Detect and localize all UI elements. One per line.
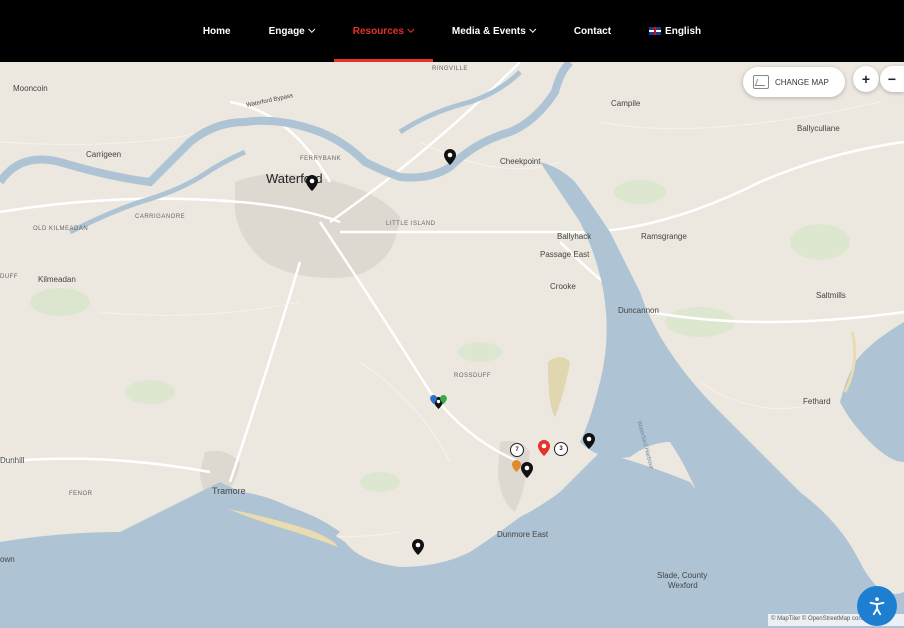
language-label: English [665, 25, 702, 37]
zoom-out-button[interactable]: − [880, 66, 904, 92]
place-label: Campile [611, 99, 641, 108]
nav-media-events-label: Media & Events [451, 25, 526, 37]
zoom-in-button[interactable]: + [853, 66, 879, 92]
map-marker-icon[interactable] [412, 539, 424, 555]
place-label: Wexford [668, 581, 698, 590]
language-switcher[interactable]: English [630, 0, 720, 62]
nav-resources[interactable]: Resources [333, 0, 434, 62]
place-label: ROSSDUFF [454, 373, 491, 379]
place-label: Passage East [540, 250, 590, 259]
change-map-label: CHANGE MAP [775, 77, 829, 87]
place-label: Tramore [212, 486, 246, 496]
place-label: Saltmills [816, 291, 846, 300]
nav-engage-label: Engage [268, 25, 305, 37]
map-base-layer [0, 62, 904, 628]
place-label: LITTLE ISLAND [386, 221, 436, 227]
marker-cluster[interactable]: 3 [554, 442, 568, 456]
selected-map-marker-icon[interactable] [538, 440, 550, 456]
map-marker-icon[interactable] [306, 175, 318, 191]
accessibility-icon [869, 597, 885, 616]
map-marker-icon[interactable] [512, 460, 521, 472]
map-canvas[interactable]: Mooncoin Carrigeen CARRIGANORE OLD KILME… [0, 62, 904, 628]
place-label: RINGVILLE [432, 66, 468, 72]
marker-cluster[interactable]: 7 [510, 443, 524, 457]
place-label: Fethard [803, 397, 831, 406]
map-marker-icon[interactable] [430, 395, 437, 404]
nav-engage[interactable]: Engage [250, 0, 334, 62]
place-label: Ramsgrange [641, 232, 687, 241]
place-label: DUFF [0, 274, 18, 280]
nav-resources-label: Resources [352, 25, 404, 37]
map-marker-icon[interactable] [583, 433, 595, 449]
place-label: Mooncoin [13, 84, 48, 93]
chevron-down-icon [407, 25, 415, 33]
place-label: Ballyhack [557, 232, 592, 241]
place-label: OLD KILMEADAN [33, 226, 89, 232]
place-label: Cheekpoint [500, 157, 541, 166]
place-label: CARRIGANORE [135, 214, 186, 220]
nav-home[interactable]: Home [184, 0, 250, 62]
nav-home-label: Home [202, 25, 231, 37]
main-menu: Home Engage Resources Media & Events Con… [0, 0, 904, 62]
map-layers-icon [753, 75, 769, 89]
nav-contact-label: Contact [573, 25, 612, 37]
place-label: FERRYBANK [300, 156, 342, 162]
uk-flag-icon [649, 27, 662, 35]
accessibility-button[interactable] [857, 586, 897, 626]
map-marker-icon[interactable] [521, 462, 533, 478]
place-label: Crooke [550, 282, 576, 291]
place-label: Dunhill [0, 456, 25, 465]
place-label: Carrigeen [86, 150, 122, 159]
chevron-down-icon [529, 25, 537, 33]
chevron-down-icon [308, 25, 316, 33]
place-label: Dunmore East [497, 530, 549, 539]
change-map-button[interactable]: CHANGE MAP [743, 67, 845, 97]
place-label: Slade, County [657, 571, 708, 580]
nav-contact[interactable]: Contact [555, 0, 630, 62]
place-label: Ballycullane [797, 124, 840, 133]
place-label: FENOR [69, 491, 93, 497]
place-label: own [0, 555, 15, 564]
map-marker-icon[interactable] [444, 149, 456, 165]
map-marker-icon[interactable] [440, 395, 447, 404]
top-navigation-bar: Home Engage Resources Media & Events Con… [0, 0, 904, 62]
place-label: Kilmeadan [38, 275, 76, 284]
place-label: Duncannon [618, 306, 659, 315]
nav-media-events[interactable]: Media & Events [433, 0, 555, 62]
